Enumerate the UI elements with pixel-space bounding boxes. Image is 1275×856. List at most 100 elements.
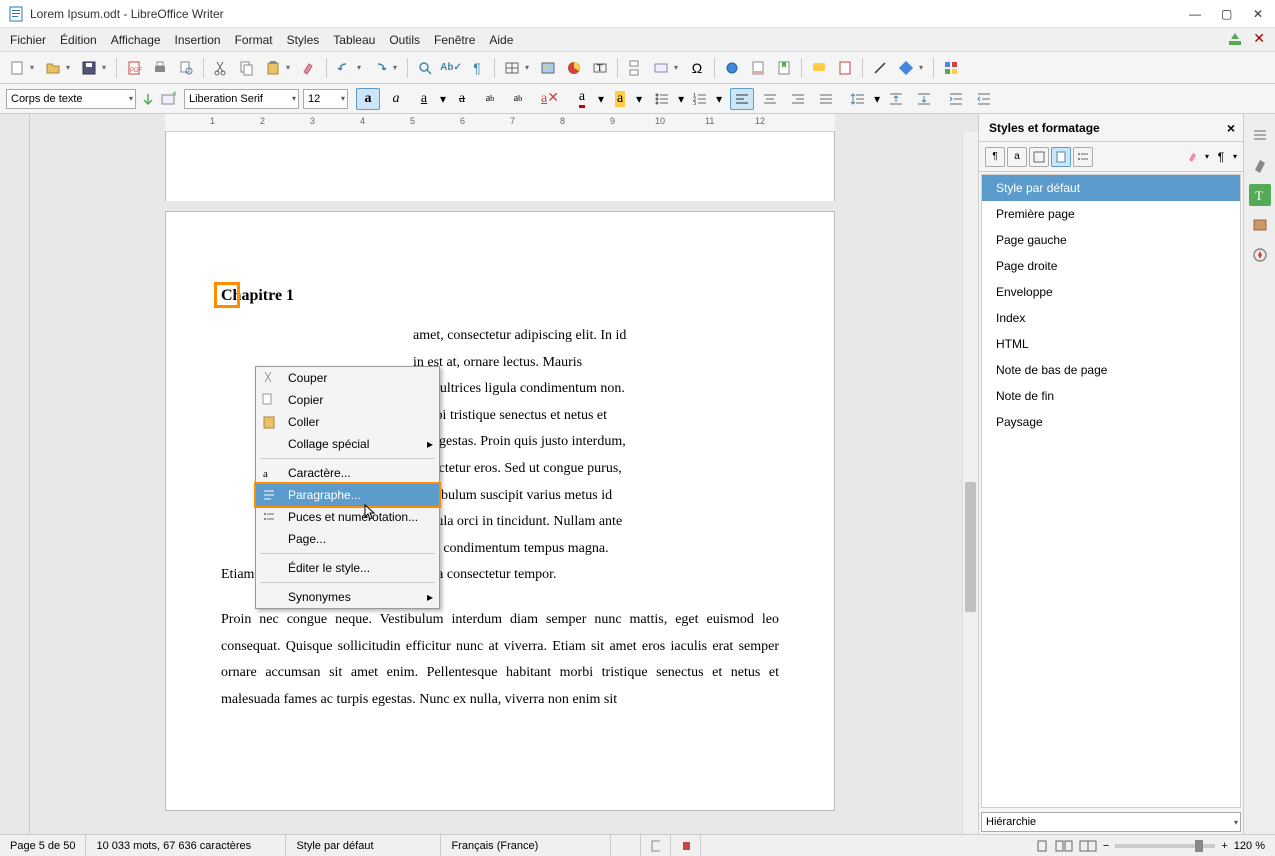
italic-button[interactable]: a	[384, 88, 408, 110]
menu-styles[interactable]: Styles	[287, 33, 320, 47]
hyperlink-button[interactable]	[721, 57, 743, 79]
new-style-from-sel-button[interactable]: ¶	[1211, 147, 1231, 167]
print-button[interactable]	[149, 57, 171, 79]
align-center-button[interactable]	[758, 88, 782, 110]
font-size-combo[interactable]: 12▾	[303, 89, 348, 109]
style-item[interactable]: Note de bas de page	[982, 357, 1240, 383]
redo-button[interactable]	[369, 57, 391, 79]
sb-style[interactable]: Style par défaut	[286, 835, 441, 856]
bookmark-button[interactable]	[773, 57, 795, 79]
paste-dropdown[interactable]: ▾	[286, 63, 294, 72]
paragraph-styles-button[interactable]: ¶	[985, 147, 1005, 167]
update-style-button[interactable]	[140, 91, 156, 107]
update-icon[interactable]	[1227, 31, 1243, 47]
open-dropdown[interactable]: ▾	[66, 63, 74, 72]
style-item[interactable]: Note de fin	[982, 383, 1240, 409]
sb-page[interactable]: Page 5 de 50	[0, 835, 86, 856]
close-button[interactable]: ✕	[1253, 7, 1267, 21]
frame-styles-button[interactable]	[1029, 147, 1049, 167]
sb-insert-mode[interactable]	[611, 835, 641, 856]
number-list-dropdown[interactable]: ▾	[716, 92, 722, 106]
print-preview-button[interactable]	[175, 57, 197, 79]
zoom-in-button[interactable]: +	[1221, 840, 1227, 852]
view-single-page-icon[interactable]	[1035, 839, 1049, 853]
bold-button[interactable]: a	[356, 88, 380, 110]
new-button[interactable]	[6, 57, 28, 79]
undo-dropdown[interactable]: ▾	[357, 63, 365, 72]
minimize-button[interactable]: —	[1189, 7, 1203, 21]
menu-file[interactable]: Fichier	[10, 33, 46, 47]
sidebar-close-button[interactable]: ×	[1227, 120, 1235, 136]
new-dropdown[interactable]: ▾	[30, 63, 38, 72]
paragraph-2[interactable]: Proin nec congue neque. Vestibulum inter…	[221, 607, 779, 713]
sidebar-navigator-icon[interactable]	[1249, 244, 1271, 266]
style-list[interactable]: Style par défaut Première page Page gauc…	[981, 174, 1241, 808]
save-dropdown[interactable]: ▾	[102, 63, 110, 72]
field-dropdown[interactable]: ▾	[674, 63, 682, 72]
superscript-button[interactable]: ab	[478, 88, 502, 110]
list-styles-button[interactable]	[1073, 147, 1093, 167]
style-item[interactable]: Page droite	[982, 253, 1240, 279]
horizontal-ruler[interactable]: 1 2 3 4 5 6 7 8 9 10 11 12	[165, 114, 835, 132]
underline-button[interactable]: a	[412, 88, 436, 110]
decrease-spacing-button[interactable]	[912, 88, 936, 110]
cm-character[interactable]: aCaractère...	[256, 462, 439, 484]
menu-tools[interactable]: Outils	[389, 33, 420, 47]
character-styles-button[interactable]: a	[1007, 147, 1027, 167]
format-paintbrush-button[interactable]	[298, 57, 320, 79]
field-button[interactable]	[650, 57, 672, 79]
bullet-list-dropdown[interactable]: ▾	[678, 92, 684, 106]
font-name-combo[interactable]: Liberation Serif▾	[184, 89, 299, 109]
style-item[interactable]: Paysage	[982, 409, 1240, 435]
increase-indent-button[interactable]	[944, 88, 968, 110]
style-item[interactable]: Enveloppe	[982, 279, 1240, 305]
cm-copy[interactable]: Copier	[256, 389, 439, 411]
redo-dropdown[interactable]: ▾	[393, 63, 401, 72]
menu-window[interactable]: Fenêtre	[434, 33, 475, 47]
undo-button[interactable]	[333, 57, 355, 79]
cm-edit-style[interactable]: Éditer le style...	[256, 557, 439, 579]
cm-paste[interactable]: Coller	[256, 411, 439, 433]
align-left-button[interactable]	[730, 88, 754, 110]
underline-dropdown[interactable]: ▾	[440, 92, 446, 106]
close-doc-button[interactable]: ✕	[1253, 30, 1265, 47]
align-right-button[interactable]	[786, 88, 810, 110]
chart-button[interactable]	[563, 57, 585, 79]
cm-paragraph[interactable]: Paragraphe...	[254, 482, 441, 508]
draw-functions-button[interactable]	[940, 57, 962, 79]
line-spacing-button[interactable]	[846, 88, 870, 110]
fill-format-dropdown[interactable]: ▾	[1205, 152, 1209, 161]
cm-cut[interactable]: Couper	[256, 367, 439, 389]
sb-words[interactable]: 10 033 mots, 67 636 caractères	[86, 835, 286, 856]
sb-selection-mode[interactable]	[641, 835, 671, 856]
clear-formatting-button[interactable]: a✕	[538, 88, 562, 110]
style-filter-combo[interactable]: Hiérarchie▾	[981, 812, 1241, 832]
paste-button[interactable]	[262, 57, 284, 79]
strikethrough-button[interactable]: a	[450, 88, 474, 110]
special-char-button[interactable]: Ω	[686, 57, 708, 79]
font-color-dropdown[interactable]: ▾	[598, 92, 604, 106]
cm-page[interactable]: Page...	[256, 528, 439, 550]
style-item[interactable]: HTML	[982, 331, 1240, 357]
menu-help[interactable]: Aide	[489, 33, 513, 47]
sidebar-gallery-icon[interactable]	[1249, 214, 1271, 236]
shapes-button[interactable]	[895, 57, 917, 79]
page-break-button[interactable]	[624, 57, 646, 79]
view-book-icon[interactable]	[1079, 839, 1097, 853]
sidebar-styles-icon[interactable]: T	[1249, 184, 1271, 206]
style-item[interactable]: Première page	[982, 201, 1240, 227]
cm-bullets[interactable]: Puces et numérotation...	[256, 506, 439, 528]
menu-insert[interactable]: Insertion	[175, 33, 221, 47]
align-justify-button[interactable]	[814, 88, 838, 110]
sidebar-settings-icon[interactable]	[1249, 124, 1271, 146]
comment-button[interactable]	[808, 57, 830, 79]
find-button[interactable]	[414, 57, 436, 79]
paragraph-style-combo[interactable]: Corps de texte▾	[6, 89, 136, 109]
image-button[interactable]	[537, 57, 559, 79]
vertical-scrollbar[interactable]	[962, 132, 978, 834]
sb-signature[interactable]	[671, 835, 701, 856]
spellcheck-button[interactable]: Ab✓	[440, 57, 462, 79]
menu-view[interactable]: Affichage	[111, 33, 161, 47]
decrease-indent-button[interactable]	[972, 88, 996, 110]
maximize-button[interactable]: ▢	[1221, 7, 1235, 21]
